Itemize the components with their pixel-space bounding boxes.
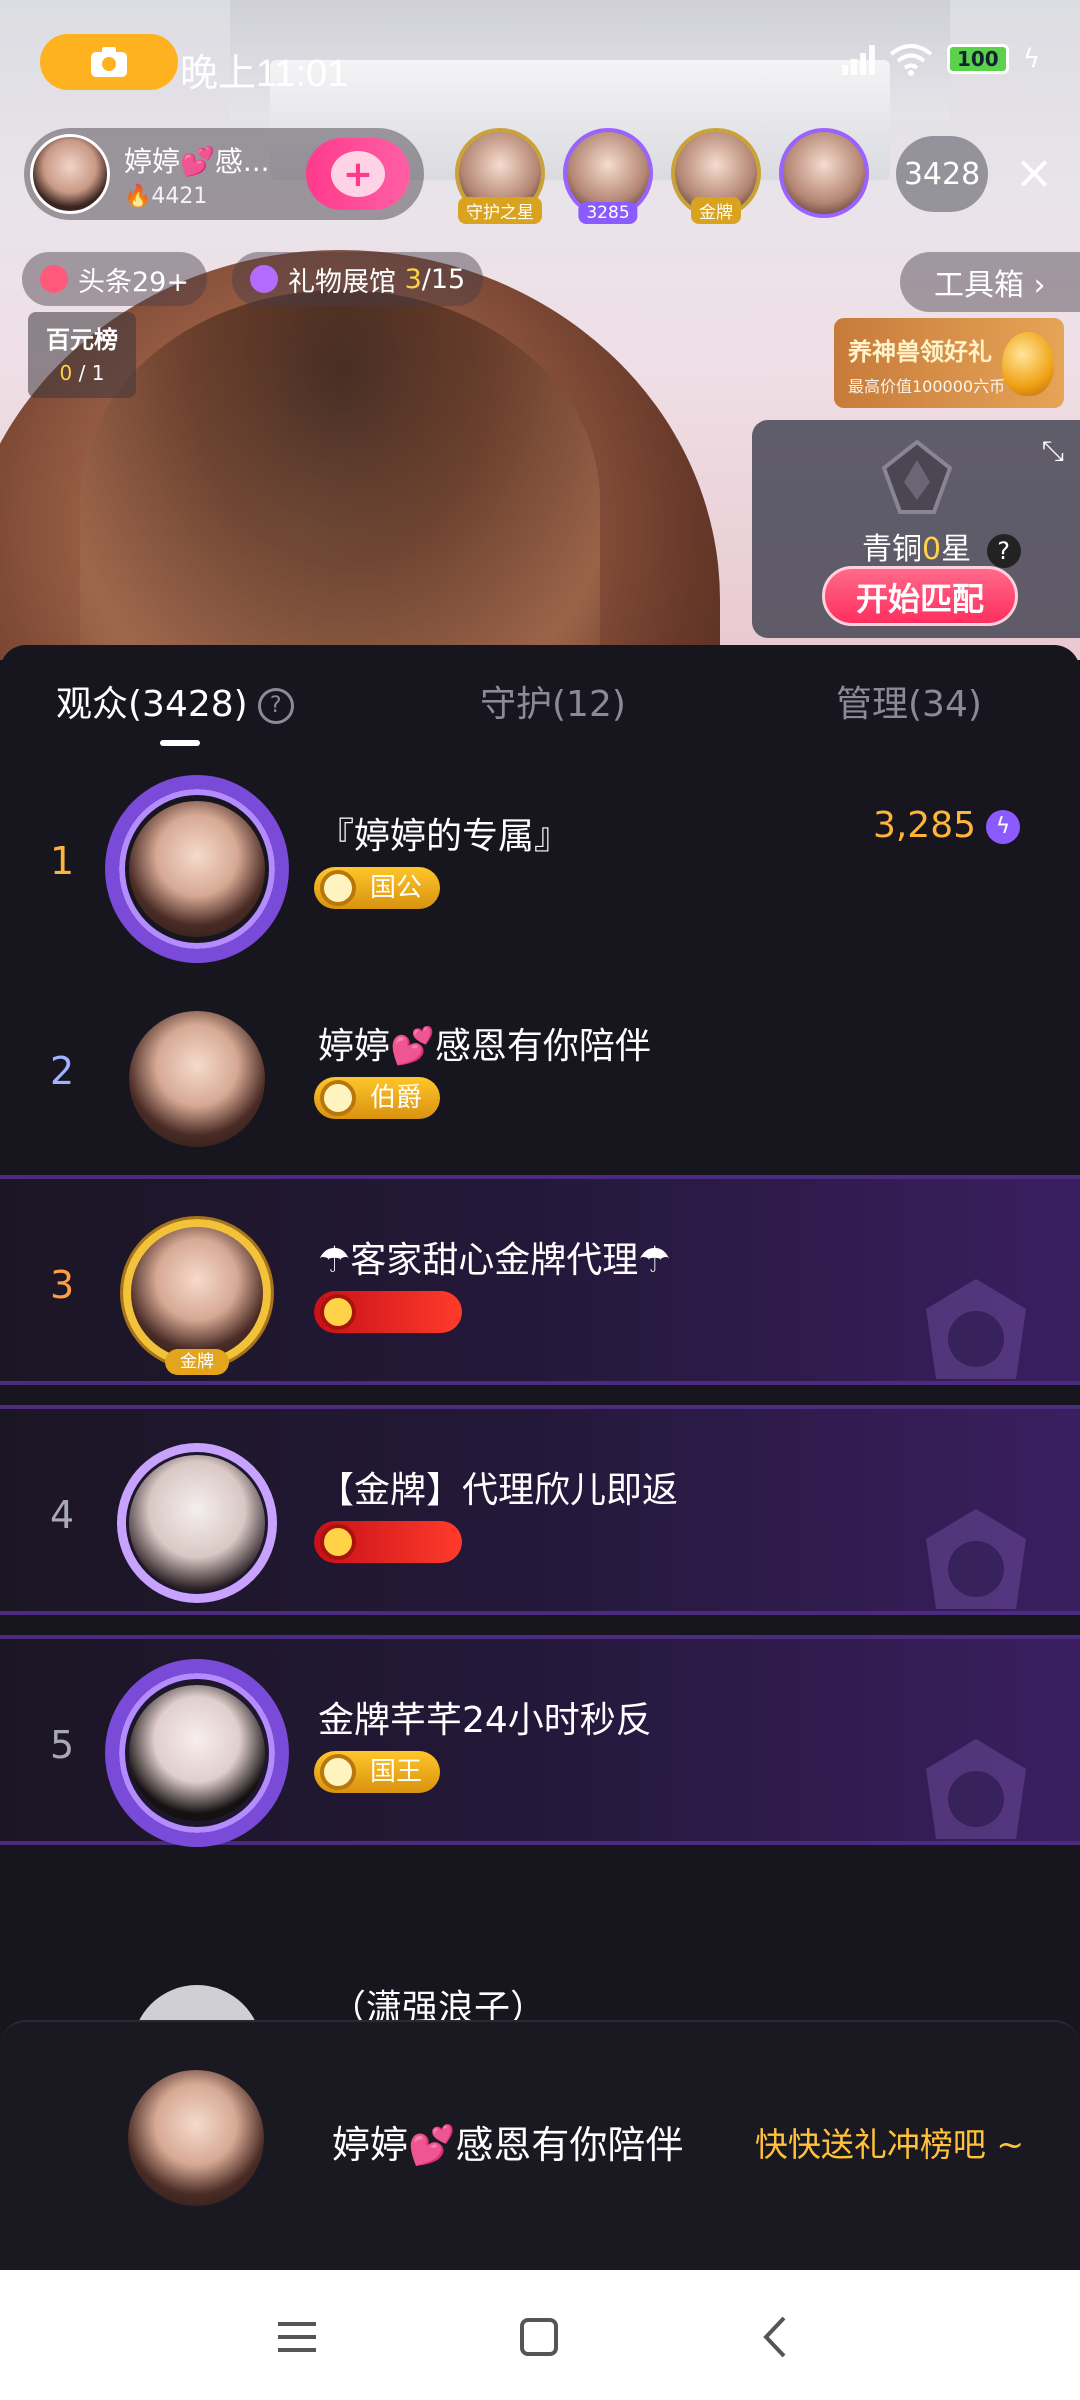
noble-badge: 国王 [314, 1751, 441, 1793]
noble-gem-icon [320, 1754, 356, 1790]
fan-level-badge [314, 1521, 462, 1563]
start-match-button[interactable]: 开始匹配 [822, 566, 1018, 626]
shield-icon [320, 1294, 356, 1330]
viewer-tag: 金牌 [691, 197, 741, 224]
list-tabs: 观众(3428)? 守护(12) 管理(34) [0, 645, 1080, 765]
tab-guardians[interactable]: 守护(12) [480, 675, 626, 727]
send-gift-prompt[interactable]: 快快送礼冲榜吧 ~ [755, 2118, 1024, 2166]
signal-icon [841, 43, 875, 75]
crown-emblem-icon [926, 1739, 1026, 1839]
avatar-frame [105, 1659, 289, 1847]
status-bar: 晚上11:01 100 ϟ [0, 30, 1080, 95]
gift-hall-chip[interactable]: 礼物展馆 3 /15 [232, 252, 484, 306]
viewer-name: 婷婷💕感恩有你陪伴 [318, 1026, 651, 1067]
list-item[interactable]: 5 金牌芊芊24小时秒反 国王 [0, 1635, 1080, 1847]
hundred-yuan-rank[interactable]: 百元榜 0 / 1 [28, 312, 136, 398]
top-viewer-avatar[interactable]: 3285 [563, 128, 653, 224]
bronze-rank-badge-icon [881, 439, 953, 514]
match-widget: ⤡ 青铜0星 ? 开始匹配 [752, 420, 1080, 638]
crown-emblem-icon [926, 1509, 1026, 1609]
noble-gem-icon [320, 1080, 356, 1116]
fan-level-badge [314, 1291, 462, 1333]
live-room-screen: 晚上11:01 100 ϟ 婷婷💕感... 🔥4421 + 守护之星 3285 … [0, 0, 1080, 2400]
my-rank-bar: 婷婷💕感恩有你陪伴 快快送礼冲榜吧 ~ [0, 2020, 1080, 2270]
anchor-info[interactable]: 婷婷💕感... 🔥4421 + [24, 128, 424, 220]
back-icon[interactable] [752, 2312, 802, 2362]
tab-admins[interactable]: 管理(34) [836, 675, 982, 727]
avatar-frame [123, 1219, 271, 1367]
close-icon[interactable]: × [1010, 149, 1058, 198]
help-icon[interactable]: ? [257, 688, 294, 724]
viewer-name: 金牌芊芊24小时秒反 [318, 1700, 652, 1741]
golden-egg-icon [1002, 332, 1054, 396]
avatar-frame [105, 775, 289, 963]
top-viewer-avatar[interactable]: 守护之星 [455, 128, 545, 224]
top-viewer-avatar[interactable]: 金牌 [671, 128, 761, 224]
contribution-score: 3,285 ϟ [873, 805, 1020, 846]
menu-icon[interactable] [272, 2312, 322, 2362]
flame-icon [40, 265, 68, 293]
top-viewer-avatar[interactable] [779, 128, 869, 218]
lightning-icon: ϟ [986, 810, 1020, 844]
rank-number: 4 [50, 1493, 75, 1537]
viewer-name: ☂客家甜心金牌代理☂ [318, 1240, 671, 1281]
crown-emblem-icon [926, 1279, 1026, 1379]
match-level: 青铜0星 ? [862, 524, 1021, 568]
rank-number: 5 [50, 1723, 75, 1767]
anchor-avatar[interactable] [30, 134, 110, 214]
shield-icon [320, 1524, 356, 1560]
viewer-tag: 3285 [578, 202, 638, 224]
follow-button[interactable]: + [306, 138, 410, 210]
viewer-count-button[interactable]: 3428 [896, 136, 988, 212]
headline-chip[interactable]: 头条29+ [22, 252, 207, 306]
rank-number: 3 [50, 1263, 75, 1307]
viewer-name: 【金牌】代理欣儿即返 [318, 1470, 679, 1511]
gold-tag: 金牌 [165, 1349, 229, 1375]
avatar[interactable] [129, 1011, 265, 1147]
clock: 晚上11:01 [180, 53, 349, 95]
list-item[interactable]: 4 【金牌】代理欣儿即返 [0, 1405, 1080, 1615]
battery-icon: 100 [946, 44, 1009, 74]
wifi-icon [889, 44, 933, 76]
pet-promo-banner[interactable]: 养神兽领好礼 最高价值100000六币 [834, 318, 1064, 408]
system-navigation-bar [0, 2270, 1080, 2400]
help-icon[interactable]: ? [986, 534, 1021, 568]
tab-audience[interactable]: 观众(3428)? [56, 675, 294, 727]
avatar-frame [117, 1443, 277, 1603]
gift-hall-icon [250, 265, 278, 293]
list-item[interactable]: 1 『婷婷的专属』 国公 3,285 ϟ [0, 755, 1080, 965]
anchor-heat: 🔥4421 [124, 183, 208, 209]
my-avatar[interactable] [128, 2070, 264, 2206]
home-icon[interactable] [514, 2312, 564, 2362]
viewer-name: 『婷婷的专属』 [318, 816, 571, 857]
list-item[interactable]: 2 婷婷💕感恩有你陪伴 伯爵 [0, 981, 1080, 1156]
rank-number: 2 [50, 1049, 75, 1093]
active-tab-indicator [160, 740, 200, 746]
viewer-tag: 守护之星 [458, 197, 542, 224]
charging-icon: ϟ [1022, 44, 1040, 74]
toolbox-button[interactable]: 工具箱 › [900, 252, 1080, 312]
camera-icon [91, 47, 127, 77]
noble-badge: 国公 [314, 867, 441, 909]
my-name: 婷婷💕感恩有你陪伴 [332, 2123, 684, 2167]
heart-plus-icon: + [331, 151, 385, 197]
minimize-icon[interactable]: ⤡ [1042, 434, 1064, 468]
anchor-name: 婷婷💕感... [124, 144, 270, 178]
noble-badge: 伯爵 [314, 1077, 441, 1119]
rank-number: 1 [50, 839, 75, 883]
system-icons: 100 ϟ [841, 42, 1040, 76]
top-viewers: 守护之星 3285 金牌 [455, 128, 869, 224]
list-item[interactable]: 3 金牌 ☂客家甜心金牌代理☂ [0, 1175, 1080, 1385]
camera-button[interactable] [40, 34, 178, 90]
noble-gem-icon [320, 870, 356, 906]
